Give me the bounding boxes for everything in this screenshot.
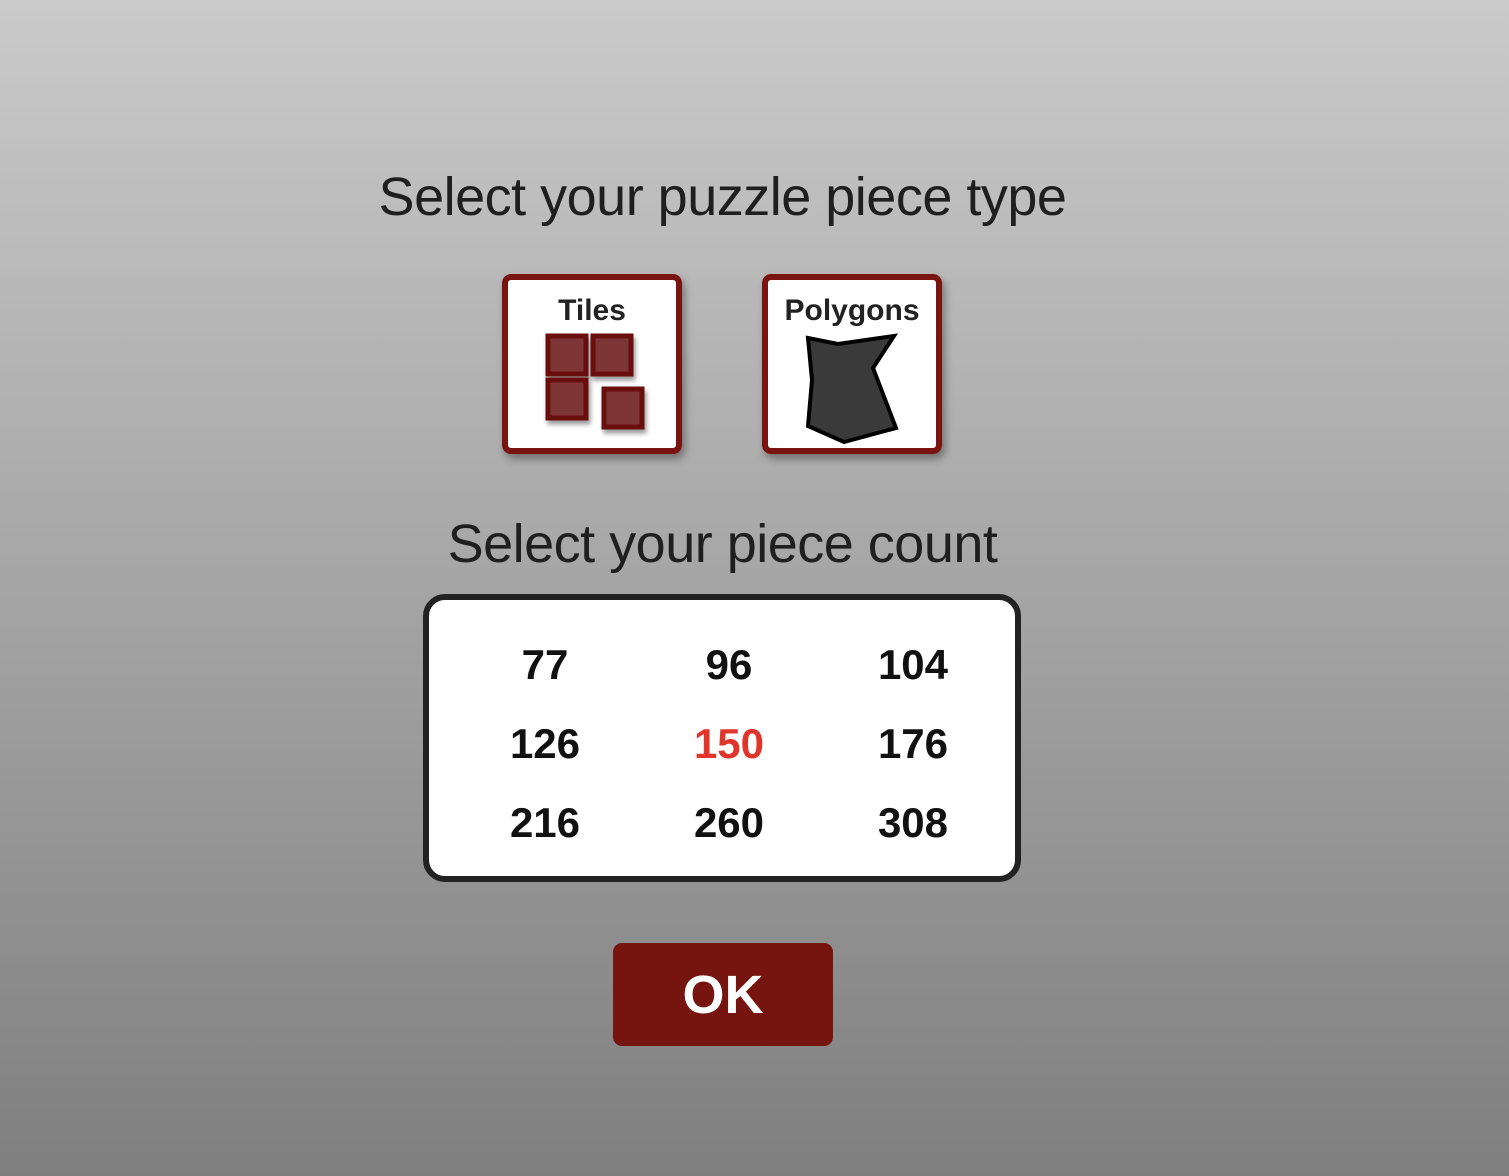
piece-count-heading: Select your piece count (447, 514, 998, 574)
tiles-option-label: Tiles (558, 294, 626, 327)
polygon-icon (805, 333, 899, 445)
count-option-104[interactable]: 104 (821, 630, 1005, 709)
ok-button[interactable]: OK (613, 943, 833, 1046)
count-option-216[interactable]: 216 (453, 788, 637, 867)
polygons-option-label: Polygons (784, 294, 920, 327)
count-option-308[interactable]: 308 (821, 788, 1005, 867)
piece-type-heading: Select your puzzle piece type (378, 167, 1067, 227)
polygons-option-button[interactable]: Polygons (762, 274, 942, 454)
count-option-176[interactable]: 176 (821, 709, 1005, 788)
tiles-option-button[interactable]: Tiles (502, 274, 682, 454)
count-option-260[interactable]: 260 (637, 788, 821, 867)
count-option-126[interactable]: 126 (453, 709, 637, 788)
count-option-96[interactable]: 96 (637, 630, 821, 709)
piece-count-selector: 77 96 104 126 150 176 216 260 308 (423, 594, 1021, 882)
count-option-150[interactable]: 150 (637, 709, 821, 788)
count-option-77[interactable]: 77 (453, 630, 637, 709)
tiles-icon (545, 333, 645, 430)
